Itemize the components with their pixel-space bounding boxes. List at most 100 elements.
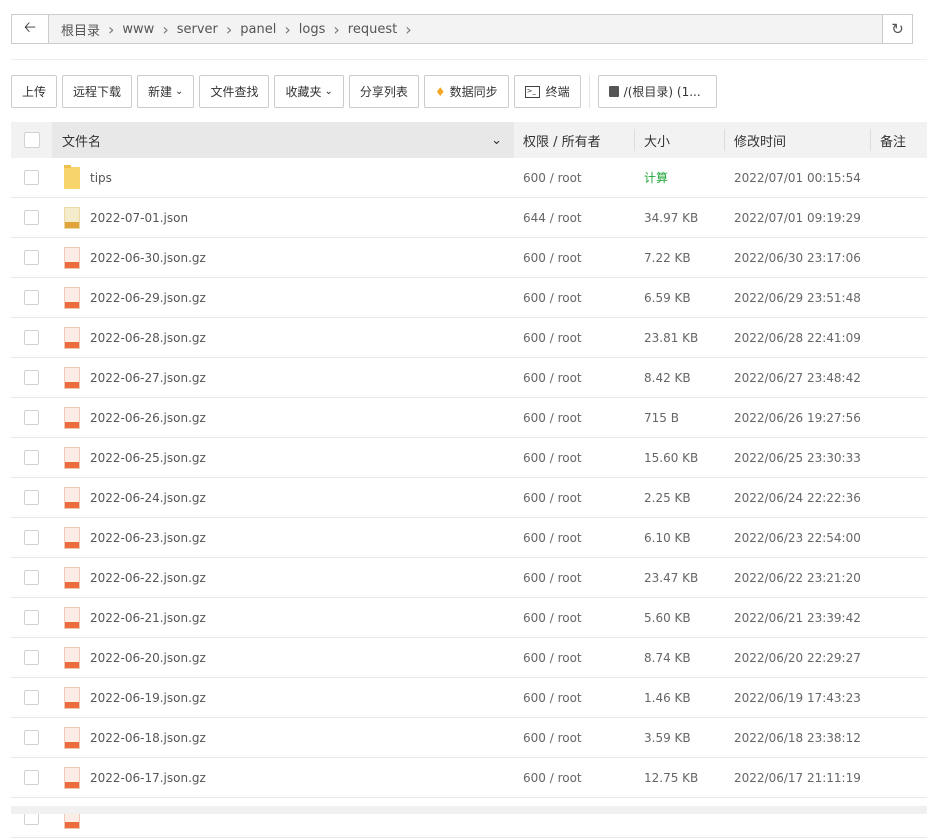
row-checkbox[interactable] [24, 570, 39, 585]
file-note[interactable] [871, 518, 927, 557]
row-checkbox[interactable] [24, 170, 39, 185]
file-note[interactable] [871, 278, 927, 317]
file-perm[interactable]: 600 / root [514, 598, 635, 637]
table-row[interactable]: tips 600 / root 计算 2022/07/01 00:15:54 [11, 158, 927, 198]
file-name[interactable]: 2022-06-26.json.gz [90, 411, 206, 425]
table-row[interactable]: 2022-06-21.json.gz 600 / root 5.60 KB 20… [11, 598, 927, 638]
table-row[interactable]: 2022-07-01.json 644 / root 34.97 KB 2022… [11, 198, 927, 238]
new-button[interactable]: 新建 ⌄ [137, 75, 195, 108]
file-note[interactable] [871, 758, 927, 797]
file-perm[interactable]: 600 / root [514, 358, 635, 397]
back-button[interactable]: 🡠 [12, 15, 49, 43]
table-row[interactable]: 2022-06-20.json.gz 600 / root 8.74 KB 20… [11, 638, 927, 678]
row-checkbox[interactable] [24, 250, 39, 265]
breadcrumb-item[interactable]: server [171, 22, 224, 37]
file-perm[interactable]: 600 / root [514, 238, 635, 277]
select-all-checkbox[interactable] [23, 132, 40, 148]
file-perm[interactable]: 600 / root [514, 438, 635, 477]
file-perm[interactable]: 600 / root [514, 638, 635, 677]
file-note[interactable] [871, 438, 927, 477]
table-row[interactable]: 2022-06-18.json.gz 600 / root 3.59 KB 20… [11, 718, 927, 758]
file-name[interactable]: 2022-06-22.json.gz [90, 571, 206, 585]
column-perm[interactable]: 权限 / 所有者 [514, 129, 635, 151]
breadcrumb-item[interactable]: www [116, 22, 160, 37]
column-mtime[interactable]: 修改时间 [725, 129, 871, 151]
file-size[interactable]: 计算 [635, 158, 725, 197]
row-checkbox[interactable] [24, 290, 39, 305]
file-name[interactable]: 2022-06-25.json.gz [90, 451, 206, 465]
file-name[interactable]: 2022-06-21.json.gz [90, 611, 206, 625]
table-row[interactable]: 2022-06-29.json.gz 600 / root 6.59 KB 20… [11, 278, 927, 318]
file-search-button[interactable]: 文件查找 [199, 75, 270, 108]
disk-button[interactable]: /(根目录) (1... [597, 75, 717, 108]
row-checkbox[interactable] [24, 370, 39, 385]
row-checkbox[interactable] [24, 330, 39, 345]
table-row[interactable]: 2022-06-28.json.gz 600 / root 23.81 KB 2… [11, 318, 927, 358]
terminal-button[interactable]: >_ 终端 [513, 75, 581, 108]
row-checkbox[interactable] [24, 690, 39, 705]
file-note[interactable] [871, 318, 927, 357]
file-name[interactable]: 2022-06-24.json.gz [90, 491, 206, 505]
file-note[interactable] [871, 678, 927, 717]
file-perm[interactable]: 600 / root [514, 278, 635, 317]
row-checkbox[interactable] [24, 730, 39, 745]
file-perm[interactable]: 600 / root [514, 478, 635, 517]
file-name[interactable]: 2022-06-28.json.gz [90, 331, 206, 345]
breadcrumb-item[interactable]: panel [234, 22, 282, 37]
file-perm[interactable]: 600 / root [514, 398, 635, 437]
table-row[interactable]: 2022-06-19.json.gz 600 / root 1.46 KB 20… [11, 678, 927, 718]
upload-button[interactable]: 上传 [11, 75, 58, 108]
breadcrumb-item[interactable]: request [342, 22, 403, 37]
table-row[interactable]: 2022-06-24.json.gz 600 / root 2.25 KB 20… [11, 478, 927, 518]
file-name[interactable]: 2022-06-17.json.gz [90, 771, 206, 785]
data-sync-button[interactable]: ♦ 数据同步 [423, 75, 509, 108]
file-name[interactable]: 2022-06-19.json.gz [90, 691, 206, 705]
row-checkbox[interactable] [24, 210, 39, 225]
file-perm[interactable]: 600 / root [514, 518, 635, 557]
file-note[interactable] [871, 638, 927, 677]
table-row[interactable]: 2022-06-30.json.gz 600 / root 7.22 KB 20… [11, 238, 927, 278]
column-size[interactable]: 大小 [635, 129, 725, 151]
file-name[interactable]: 2022-06-30.json.gz [90, 251, 206, 265]
file-note[interactable] [871, 158, 927, 197]
table-row[interactable]: 2022-06-17.json.gz 600 / root 12.75 KB 2… [11, 758, 927, 798]
file-note[interactable] [871, 358, 927, 397]
column-name[interactable]: 文件名 ⌄ [52, 122, 514, 158]
file-perm[interactable]: 600 / root [514, 678, 635, 717]
file-name[interactable]: 2022-06-29.json.gz [90, 291, 206, 305]
breadcrumb-item[interactable]: 根目录 [55, 20, 106, 39]
breadcrumb-item[interactable]: logs [293, 22, 332, 37]
table-row[interactable]: 2022-06-22.json.gz 600 / root 23.47 KB 2… [11, 558, 927, 598]
row-checkbox[interactable] [24, 530, 39, 545]
file-perm[interactable]: 600 / root [514, 718, 635, 757]
row-checkbox[interactable] [24, 770, 39, 785]
file-name[interactable]: 2022-06-20.json.gz [90, 651, 206, 665]
file-perm[interactable]: 600 / root [514, 558, 635, 597]
file-name[interactable]: 2022-06-23.json.gz [90, 531, 206, 545]
file-note[interactable] [871, 398, 927, 437]
favorites-button[interactable]: 收藏夹 ⌄ [274, 75, 344, 108]
table-row[interactable]: 2022-06-23.json.gz 600 / root 6.10 KB 20… [11, 518, 927, 558]
file-note[interactable] [871, 478, 927, 517]
file-name[interactable]: 2022-06-18.json.gz [90, 731, 206, 745]
file-note[interactable] [871, 598, 927, 637]
file-note[interactable] [871, 198, 927, 237]
file-perm[interactable]: 600 / root [514, 758, 635, 797]
file-perm[interactable]: 600 / root [514, 318, 635, 357]
column-note[interactable]: 备注 [871, 122, 927, 158]
table-row[interactable]: 2022-06-25.json.gz 600 / root 15.60 KB 2… [11, 438, 927, 478]
row-checkbox[interactable] [24, 650, 39, 665]
row-checkbox[interactable] [24, 410, 39, 425]
row-checkbox[interactable] [24, 450, 39, 465]
table-row[interactable]: 2022-06-27.json.gz 600 / root 8.42 KB 20… [11, 358, 927, 398]
remote-download-button[interactable]: 远程下载 [62, 75, 133, 108]
file-note[interactable] [871, 238, 927, 277]
file-note[interactable] [871, 558, 927, 597]
share-list-button[interactable]: 分享列表 [348, 75, 419, 108]
row-checkbox[interactable] [24, 490, 39, 505]
file-name[interactable]: 2022-07-01.json [90, 211, 188, 225]
file-note[interactable] [871, 718, 927, 757]
row-checkbox[interactable] [24, 610, 39, 625]
file-perm[interactable]: 644 / root [514, 198, 635, 237]
file-perm[interactable]: 600 / root [514, 158, 635, 197]
